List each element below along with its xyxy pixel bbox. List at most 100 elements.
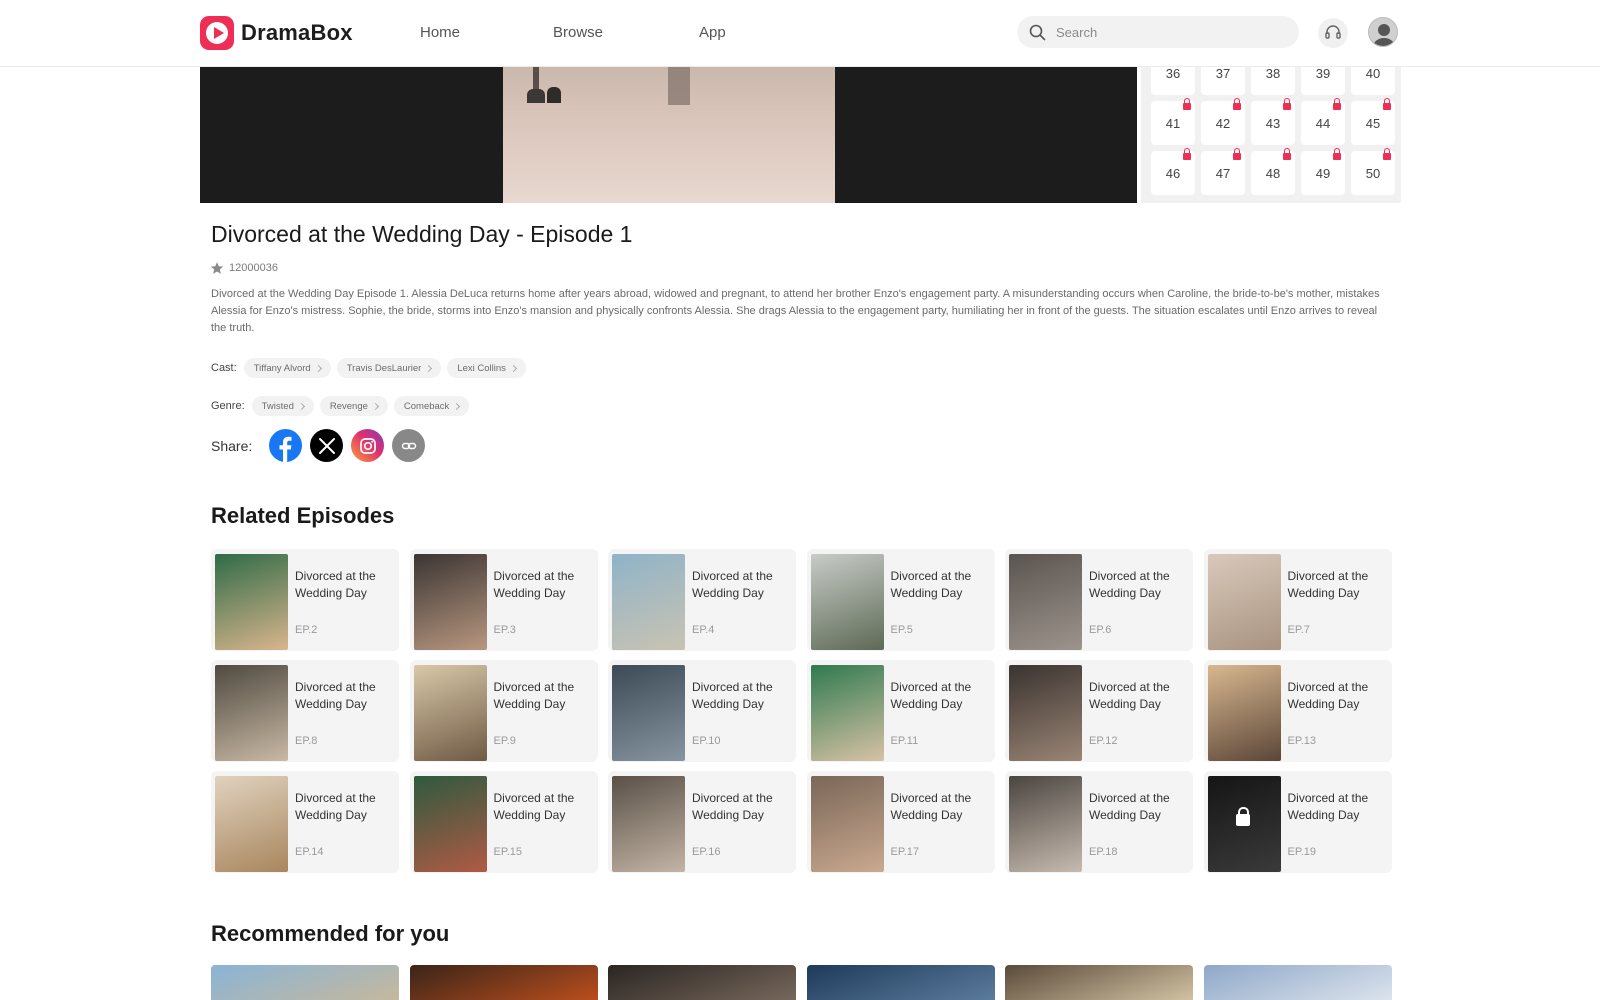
instagram-icon[interactable] xyxy=(351,429,385,462)
cast-row: Cast: Tiffany Alvord Travis DesLaurier L… xyxy=(211,358,526,378)
x-icon[interactable] xyxy=(310,429,344,462)
related-episode-card[interactable]: Divorced at the Wedding Day EP.16 xyxy=(608,771,796,873)
episode-cell[interactable]: 41 xyxy=(1151,98,1195,145)
episode-number: 38 xyxy=(1265,67,1281,81)
cast-tag[interactable]: Lexi Collins xyxy=(447,358,526,378)
episode-cell[interactable]: 50 xyxy=(1351,148,1395,195)
recommended-card[interactable] xyxy=(211,965,399,1000)
episode-cell[interactable]: 49 xyxy=(1301,148,1345,195)
chevron-right-icon xyxy=(425,364,433,372)
episode-cell[interactable]: 42 xyxy=(1201,98,1245,145)
genre-tag[interactable]: Revenge xyxy=(319,396,388,416)
related-episode-card[interactable]: Divorced at the Wedding Day EP.17 xyxy=(806,771,995,873)
star-icon xyxy=(210,262,224,274)
episode-name: Divorced at the Wedding Day xyxy=(692,791,773,822)
episode-name: Divorced at the Wedding Day xyxy=(493,680,575,711)
cast-name: Lexi Collins xyxy=(457,362,506,374)
episode-cell[interactable]: 40 xyxy=(1351,67,1395,95)
episode-name: Divorced at the Wedding Day xyxy=(295,680,376,711)
video-frame xyxy=(503,67,835,203)
genre-name: Twisted xyxy=(261,400,294,412)
recommended-card[interactable] xyxy=(1203,965,1392,1000)
episode-thumbnail xyxy=(810,665,884,761)
link-icon[interactable] xyxy=(392,429,426,462)
episode-name: Divorced at the Wedding Day xyxy=(890,569,972,600)
related-episode-card[interactable]: Divorced at the Wedding Day EP.8 xyxy=(211,660,399,762)
related-episode-card[interactable]: Divorced at the Wedding Day EP.12 xyxy=(1005,660,1193,762)
search-input[interactable] xyxy=(1056,24,1276,40)
episode-number: 43 xyxy=(1265,115,1281,131)
nav-browse[interactable]: Browse xyxy=(553,24,603,41)
cast-tag[interactable]: Travis DesLaurier xyxy=(336,358,442,378)
episode-label: EP.11 xyxy=(890,735,919,747)
share-row: Share: xyxy=(211,429,433,462)
related-episode-card[interactable]: Divorced at the Wedding Day EP.13 xyxy=(1203,660,1392,762)
episode-thumbnail xyxy=(612,665,685,761)
genre-tag[interactable]: Comeback xyxy=(393,396,470,416)
episode-cell[interactable]: 36 xyxy=(1151,67,1195,95)
episode-label: EP.10 xyxy=(692,735,721,747)
support-button[interactable] xyxy=(1318,18,1348,48)
facebook-icon[interactable] xyxy=(269,429,303,462)
episode-thumbnail xyxy=(215,665,288,761)
recommended-title: Recommended for you xyxy=(211,921,450,946)
episode-name: Divorced at the Wedding Day xyxy=(890,791,972,822)
lock-icon xyxy=(1183,98,1191,110)
related-episode-card[interactable]: Divorced at the Wedding Day EP.6 xyxy=(1005,549,1193,651)
nav-home[interactable]: Home xyxy=(420,24,460,41)
recommended-card[interactable] xyxy=(1005,965,1193,1000)
episode-cell[interactable]: 46 xyxy=(1151,148,1195,195)
episode-cell[interactable]: 39 xyxy=(1301,67,1345,95)
video-player[interactable] xyxy=(200,67,1137,203)
recommended-card[interactable] xyxy=(806,965,995,1000)
episode-name: Divorced at the Wedding Day xyxy=(493,791,575,822)
related-episode-card[interactable]: Divorced at the Wedding Day EP.14 xyxy=(211,771,399,873)
episode-thumbnail xyxy=(413,776,487,872)
episode-thumbnail xyxy=(1207,776,1281,872)
episode-thumbnail xyxy=(1207,665,1281,761)
related-episode-card[interactable]: Divorced at the Wedding Day EP.11 xyxy=(806,660,995,762)
related-episode-card[interactable]: Divorced at the Wedding Day EP.19 xyxy=(1203,771,1392,873)
brand-logo[interactable]: DramaBox xyxy=(200,16,353,50)
episode-number: 36 xyxy=(1165,67,1181,81)
episode-cell[interactable]: 38 xyxy=(1251,67,1295,95)
recommended-card[interactable] xyxy=(608,965,796,1000)
avatar[interactable] xyxy=(1368,17,1398,47)
episode-cell[interactable]: 48 xyxy=(1251,148,1295,195)
related-episode-card[interactable]: Divorced at the Wedding Day EP.5 xyxy=(806,549,995,651)
user-avatar-icon xyxy=(1373,24,1395,46)
episode-name: Divorced at the Wedding Day xyxy=(295,569,376,600)
related-episode-card[interactable]: Divorced at the Wedding Day EP.3 xyxy=(409,549,598,651)
cast-tag[interactable]: Tiffany Alvord xyxy=(243,358,331,378)
related-episode-card[interactable]: Divorced at the Wedding Day EP.2 xyxy=(211,549,399,651)
episode-cell[interactable]: 44 xyxy=(1301,98,1345,145)
chevron-right-icon xyxy=(453,402,461,410)
related-episode-card[interactable]: Divorced at the Wedding Day EP.4 xyxy=(608,549,796,651)
episode-cell[interactable]: 37 xyxy=(1201,67,1245,95)
related-episode-card[interactable]: Divorced at the Wedding Day EP.10 xyxy=(608,660,796,762)
episode-label: EP.7 xyxy=(1287,624,1310,636)
episode-name: Divorced at the Wedding Day xyxy=(1089,791,1170,822)
episode-cell[interactable]: 47 xyxy=(1201,148,1245,195)
episode-label: EP.9 xyxy=(493,735,516,747)
chevron-right-icon xyxy=(371,402,379,410)
episode-number: 39 xyxy=(1315,67,1331,81)
episode-thumbnail xyxy=(215,776,288,872)
genre-tag[interactable]: Twisted xyxy=(251,396,314,416)
related-episode-card[interactable]: Divorced at the Wedding Day EP.7 xyxy=(1203,549,1392,651)
nav-app[interactable]: App xyxy=(699,24,726,41)
episode-name: Divorced at the Wedding Day xyxy=(1089,680,1170,711)
rating: 12000036 xyxy=(210,261,278,275)
related-episode-card[interactable]: Divorced at the Wedding Day EP.18 xyxy=(1005,771,1193,873)
episode-cell[interactable]: 45 xyxy=(1351,98,1395,145)
episode-label: EP.16 xyxy=(692,846,721,858)
rating-value: 12000036 xyxy=(229,262,278,274)
recommended-card[interactable] xyxy=(409,965,598,1000)
headset-icon xyxy=(1325,25,1341,39)
search-bar[interactable] xyxy=(1017,16,1299,48)
genre-name: Comeback xyxy=(403,400,450,412)
related-episode-card[interactable]: Divorced at the Wedding Day EP.9 xyxy=(409,660,598,762)
lock-icon xyxy=(1383,98,1391,110)
related-episode-card[interactable]: Divorced at the Wedding Day EP.15 xyxy=(409,771,598,873)
episode-cell[interactable]: 43 xyxy=(1251,98,1295,145)
